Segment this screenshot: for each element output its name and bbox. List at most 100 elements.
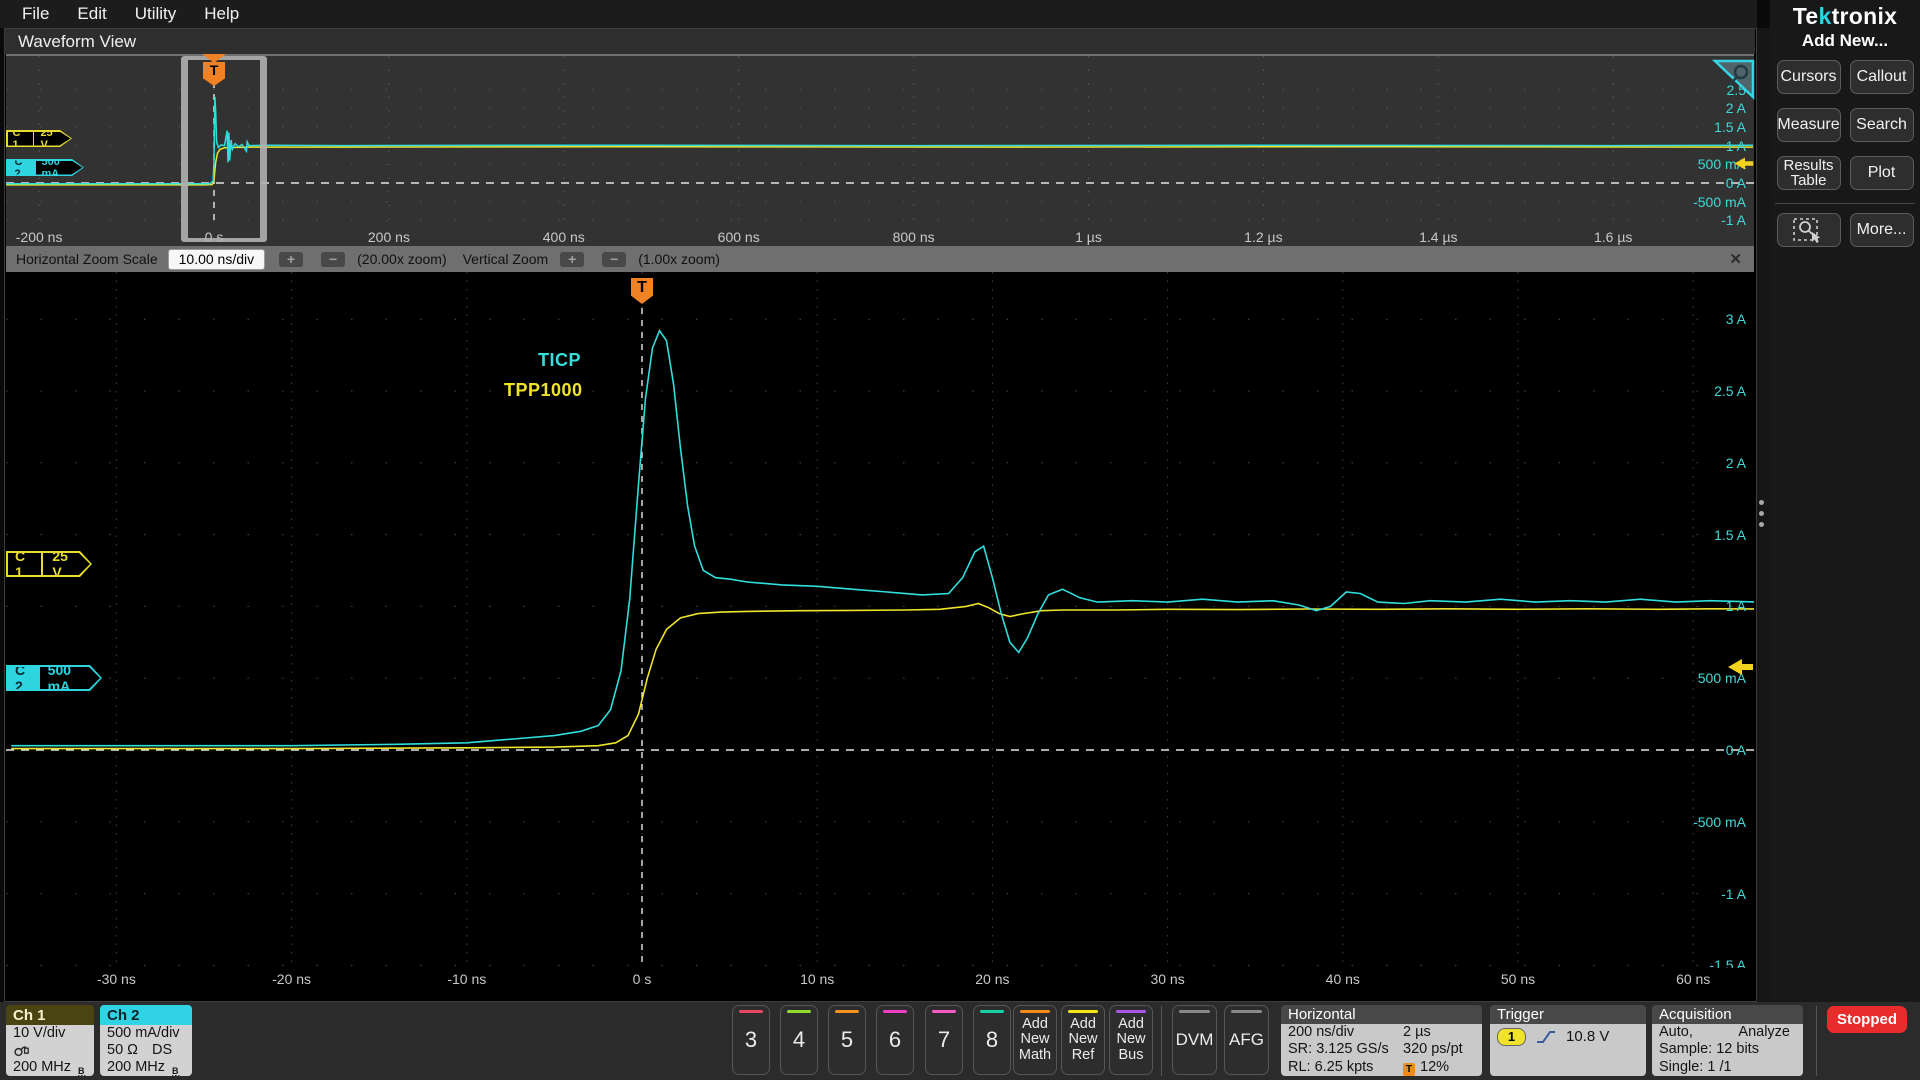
horizontal-row: RL: 6.25 kpts T 12% bbox=[1288, 1059, 1475, 1076]
channel-button-label: 7 bbox=[937, 1027, 951, 1052]
horizontal-value-left: 200 ns/div bbox=[1288, 1024, 1355, 1040]
add-new-bus-button[interactable]: Add New Bus bbox=[1109, 1005, 1153, 1075]
y-axis-tick-label: 2 A bbox=[1725, 100, 1746, 117]
overview-waveform-area[interactable]: C 1 25 V C 2 500 mA 2.5 2 A 1.5 A1 A 500 mA… bbox=[6, 54, 1756, 228]
channel-8-button[interactable]: 8 bbox=[973, 1005, 1011, 1075]
x-axis-tick-label: -10 ns bbox=[447, 971, 487, 987]
channel1-settings-badge[interactable]: Ch 1 10 V/div 200 MHz BW bbox=[6, 1005, 94, 1076]
sidebar-button-cursors[interactable]: Cursors bbox=[1776, 60, 1841, 94]
x-axis-tick-label: 30 ns bbox=[1150, 971, 1185, 987]
overview-channel1-badge[interactable]: C 1 25 V bbox=[6, 130, 72, 147]
channel-7-button[interactable]: 7 bbox=[925, 1005, 963, 1075]
channel-6-button[interactable]: 6 bbox=[876, 1005, 914, 1075]
afg-button[interactable]: AFG bbox=[1224, 1005, 1269, 1075]
waveform-annotation: TICP bbox=[538, 350, 582, 370]
acquisition-settings-panel[interactable]: Acquisition Auto, Analyze Sample: 12 bit… bbox=[1652, 1005, 1803, 1076]
button-color-strip bbox=[1116, 1010, 1146, 1013]
x-axis-tick-label: 1.2 µs bbox=[1244, 229, 1283, 245]
overview-waveform-svg bbox=[6, 56, 1754, 226]
acquisition-sample: Sample: 12 bits bbox=[1659, 1041, 1759, 1058]
main-channel1-badge[interactable]: C 1 25 V bbox=[6, 551, 92, 577]
sidebar: Tektronix Add New... Cursors Callout Measu… bbox=[1770, 0, 1920, 1002]
zoom-select-tool-button[interactable] bbox=[1776, 213, 1841, 247]
channel-button-label: 4 bbox=[792, 1027, 806, 1052]
dvm-button[interactable]: DVM bbox=[1172, 1005, 1217, 1075]
menu-item-help[interactable]: Help bbox=[204, 4, 239, 24]
close-zoom-icon[interactable]: ✕ bbox=[1729, 250, 1742, 268]
channel2-label: C 2 bbox=[8, 161, 36, 175]
waveform-trace-c2 bbox=[11, 329, 1754, 747]
main-waveform-area[interactable]: TICP TPP1000 C 1 25 V C 2 500 mA 3 A 2.5 A… bbox=[6, 272, 1754, 973]
x-axis-tick-label: 40 ns bbox=[1325, 971, 1360, 987]
horizontal-settings-panel[interactable]: Horizontal 200 ns/div 2 µs SR: 3.125 GS/s 3… bbox=[1281, 1005, 1482, 1076]
more-button[interactable]: More... bbox=[1849, 213, 1914, 247]
acquisition-panel-title: Acquisition bbox=[1652, 1005, 1803, 1024]
channel-color-strip bbox=[932, 1010, 956, 1013]
acquisition-analyze: Analyze bbox=[1738, 1024, 1790, 1040]
vertical-zoom-plus-button[interactable]: + bbox=[560, 251, 585, 267]
bandwidth-limit-icon: BW bbox=[172, 1066, 180, 1077]
overview-channel2-badge[interactable]: C 2 500 mA bbox=[6, 159, 84, 176]
sidebar-button-search[interactable]: Search bbox=[1849, 108, 1914, 142]
menu-item-utility[interactable]: Utility bbox=[135, 4, 177, 24]
trigger-position-arrow[interactable] bbox=[202, 54, 226, 63]
channel2-name: Ch 2 bbox=[100, 1005, 192, 1025]
horizontal-zoom-scale-input[interactable]: 10.00 ns/div bbox=[167, 248, 266, 270]
main-time-axis: -30 ns -20 ns -10 ns 0 s 10 ns 20 ns 30 ns 40 n… bbox=[6, 968, 1754, 996]
add-new-heading: Add New... bbox=[1801, 31, 1889, 50]
channel-4-button[interactable]: 4 bbox=[780, 1005, 818, 1075]
trigger-settings-panel[interactable]: Trigger 1 10.8 V bbox=[1490, 1005, 1646, 1076]
vertical-zoom-minus-button[interactable]: − bbox=[602, 251, 627, 267]
menu-item-edit[interactable]: Edit bbox=[77, 4, 106, 24]
add-new-math-button[interactable]: Add New Math bbox=[1013, 1005, 1057, 1075]
horizontal-zoom-plus-button[interactable]: + bbox=[279, 251, 304, 267]
x-axis-tick-label: 20 ns bbox=[975, 971, 1010, 987]
main-waveform-svg bbox=[6, 272, 1754, 968]
y-axis-tick-label: 1.5 A bbox=[1714, 526, 1746, 543]
sidebar-button-plot[interactable]: Plot bbox=[1849, 156, 1914, 190]
channel2-coupling: DS bbox=[152, 1042, 173, 1058]
sidebar-button-callout[interactable]: Callout bbox=[1849, 60, 1914, 94]
zoom-window-box[interactable] bbox=[181, 56, 267, 242]
add-new-ref-button[interactable]: Add New Ref bbox=[1061, 1005, 1105, 1075]
x-axis-tick-label: -30 ns bbox=[96, 971, 136, 987]
waveform-trace-c2 bbox=[6, 96, 1754, 185]
channel1-scale: 25 V bbox=[40, 126, 53, 151]
x-axis-tick-label: -200 ns bbox=[15, 229, 63, 245]
main-trigger-level-arrow[interactable] bbox=[1726, 657, 1754, 677]
menu-item-file[interactable]: File bbox=[22, 4, 49, 24]
horizontal-value-left: RL: 6.25 kpts bbox=[1288, 1058, 1374, 1075]
horizontal-row: 200 ns/div 2 µs bbox=[1288, 1024, 1475, 1041]
sidebar-divider bbox=[1775, 203, 1915, 204]
y-axis-tick-label: 3 A bbox=[1725, 311, 1746, 328]
horizontal-zoom-minus-button[interactable]: − bbox=[321, 251, 346, 267]
channel1-label: C 1 bbox=[8, 553, 43, 575]
bottombar-divider bbox=[1816, 1006, 1817, 1076]
x-axis-tick-label: 200 ns bbox=[367, 229, 410, 245]
channel2-settings-badge[interactable]: Ch 2 500 mA/div 50 Ω DS 200 MHz BW bbox=[100, 1005, 192, 1076]
y-axis-tick-label: 1.5 A bbox=[1714, 118, 1746, 135]
stopped-status-badge[interactable]: Stopped bbox=[1827, 1006, 1907, 1033]
sidebar-button-results-table[interactable]: Results Table bbox=[1776, 156, 1841, 190]
add-button-label: Add New Bus bbox=[1116, 1015, 1146, 1063]
overview-trigger-level-arrow[interactable] bbox=[1733, 156, 1754, 171]
channel-color-strip bbox=[739, 1010, 763, 1013]
sidebar-button-measure[interactable]: Measure bbox=[1776, 108, 1841, 142]
y-axis-tick-label: 2.5 A bbox=[1714, 383, 1746, 399]
y-axis-tick-label: -1 A bbox=[1721, 885, 1746, 902]
channel-5-button[interactable]: 5 bbox=[828, 1005, 866, 1075]
x-axis-tick-label: 60 ns bbox=[1676, 971, 1711, 987]
splitter-drag-handle[interactable] bbox=[1759, 500, 1765, 527]
channel-color-strip bbox=[980, 1010, 1004, 1013]
menu-bar: File Edit Utility Help bbox=[0, 0, 1757, 28]
y-axis-tick-label: -500 mA bbox=[1693, 193, 1746, 210]
channel-3-button[interactable]: 3 bbox=[732, 1005, 770, 1075]
button-color-strip bbox=[1020, 1010, 1050, 1013]
overview-zoom-corner-icon[interactable] bbox=[1712, 58, 1756, 100]
horizontal-value-left: SR: 3.125 GS/s bbox=[1288, 1041, 1389, 1058]
channel1-label: C 1 bbox=[8, 132, 35, 146]
channel2-bandwidth: 200 MHz bbox=[107, 1059, 166, 1075]
page-title: Waveform View bbox=[18, 31, 137, 51]
bandwidth-limit-icon: BW bbox=[78, 1066, 86, 1077]
main-channel2-badge[interactable]: C 2 500 mA bbox=[6, 665, 102, 691]
